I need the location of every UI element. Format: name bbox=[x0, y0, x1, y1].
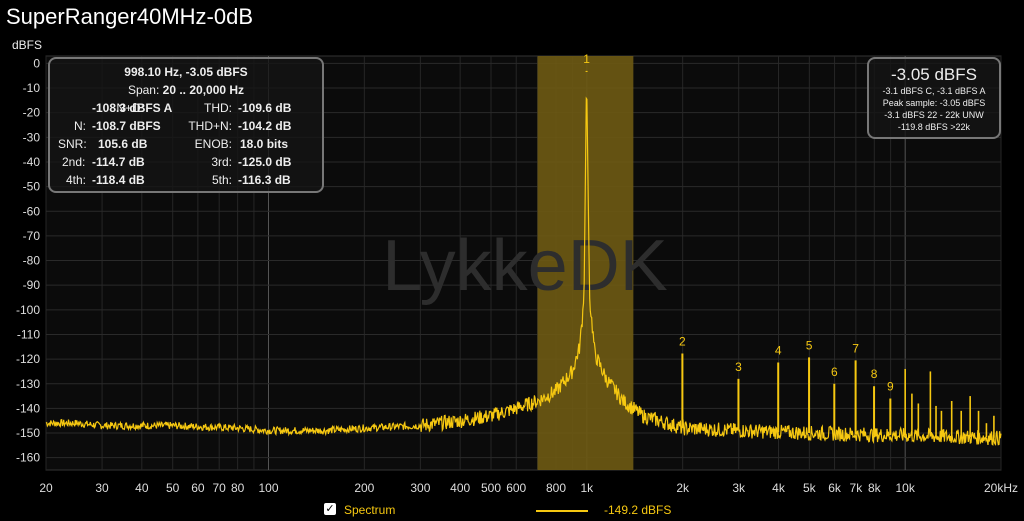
harmonic-label: 4 bbox=[775, 344, 782, 358]
x-tick-label: 300 bbox=[410, 481, 430, 495]
level-line-4: -119.8 dBFS >22k bbox=[897, 122, 971, 132]
enob-label: ENOB: bbox=[194, 137, 232, 151]
h5-label: 5th: bbox=[211, 173, 232, 187]
spectrum-legend-label[interactable]: Spectrum bbox=[344, 503, 395, 517]
watermark: LykkeDK bbox=[382, 226, 667, 306]
harmonic-label: 2 bbox=[679, 334, 686, 348]
harmonic-label: 7 bbox=[852, 341, 859, 355]
y-tick-label: -20 bbox=[23, 106, 41, 120]
h3-label: 3rd: bbox=[211, 155, 232, 169]
thdn-label: THD+N: bbox=[188, 119, 232, 133]
y-tick-label: -90 bbox=[23, 278, 41, 292]
y-tick-label: -120 bbox=[16, 352, 40, 366]
harmonic-label: 3 bbox=[735, 360, 742, 374]
y-tick-label: 0 bbox=[33, 56, 40, 70]
y-tick-label: -150 bbox=[16, 426, 40, 440]
span-readout: Span: 20 .. 20,000 Hz bbox=[50, 83, 322, 97]
x-tick-label: 4k bbox=[772, 481, 786, 495]
y-tick-label: -130 bbox=[16, 377, 40, 391]
span-value: 20 .. 20,000 Hz bbox=[162, 83, 245, 97]
y-tick-label: -50 bbox=[23, 180, 41, 194]
thd-label: THD: bbox=[204, 101, 232, 115]
x-tick-label: 200 bbox=[354, 481, 374, 495]
x-tick-label: 7k bbox=[850, 481, 864, 495]
level-readout: -3.05 dBFS bbox=[891, 65, 977, 84]
harmonic-label: 9 bbox=[887, 380, 894, 394]
n-label: N: bbox=[74, 119, 86, 133]
legend-line-value: -149.2 dBFS bbox=[604, 503, 672, 517]
x-tick-label: 500 bbox=[481, 481, 501, 495]
x-tick-label: 3k bbox=[732, 481, 746, 495]
x-tick-label: 5k bbox=[803, 481, 817, 495]
span-label: Span: bbox=[127, 83, 160, 97]
x-tick-label: 800 bbox=[546, 481, 566, 495]
h4-label: 4th: bbox=[66, 173, 87, 187]
x-tick-label: 400 bbox=[450, 481, 470, 495]
y-tick-label: -70 bbox=[23, 229, 41, 243]
x-tick-label: 10k bbox=[895, 481, 915, 495]
snr-label: SNR: bbox=[58, 137, 87, 151]
snr-value: 105.6 dB bbox=[98, 137, 148, 151]
y-tick-label: -30 bbox=[23, 130, 41, 144]
spectrum-checkbox[interactable]: ✓ bbox=[324, 503, 336, 515]
level-line-2: Peak sample: -3.05 dBFS bbox=[882, 98, 986, 108]
nd-value: -108.3 dBFS A bbox=[92, 101, 173, 115]
x-tick-label: 40 bbox=[135, 481, 149, 495]
y-tick-label: -140 bbox=[16, 401, 40, 415]
measurement-panel: 998.10 Hz, -3.05 dBFS Span: 20 .. 20,000… bbox=[48, 57, 324, 193]
h2-label: 2nd: bbox=[62, 155, 86, 169]
h3-value: -125.0 dB bbox=[238, 155, 292, 169]
x-tick-label: 1k bbox=[580, 481, 594, 495]
y-tick-label: -160 bbox=[16, 451, 40, 465]
harmonic-label: 8 bbox=[871, 367, 878, 381]
x-ticks: 20 30 40 50 60 70 80 100 200 300 400 500 600 800 1k 2k 3… bbox=[39, 481, 1018, 495]
y-ticks: 0 -10 -20 -30 -40 -50 -60 -70 -80 -90 -100 -110 -120… bbox=[16, 56, 40, 464]
h2-value: -114.7 dB bbox=[92, 155, 145, 169]
x-tick-label: 2k bbox=[676, 481, 690, 495]
n-value: -108.7 dBFS bbox=[92, 119, 161, 133]
y-tick-label: -80 bbox=[23, 254, 41, 268]
x-tick-label: 60 bbox=[191, 481, 205, 495]
x-tick-label: 80 bbox=[231, 481, 245, 495]
y-tick-label: -60 bbox=[23, 204, 41, 218]
harmonic-label: 6 bbox=[831, 365, 838, 379]
x-tick-label: 600 bbox=[506, 481, 526, 495]
level-line-3: -3.1 dBFS 22 - 22k UNW bbox=[884, 110, 984, 120]
enob-value: 18.0 bits bbox=[240, 137, 289, 151]
fundamental-readout: 998.10 Hz, -3.05 dBFS bbox=[124, 65, 248, 79]
y-tick-label: -100 bbox=[16, 303, 40, 317]
harmonic-label: 1 bbox=[583, 52, 590, 66]
level-line-1: -3.1 dBFS C, -3.1 dBFS A bbox=[882, 86, 986, 96]
h4-value: -118.4 dB bbox=[92, 173, 145, 187]
x-tick-label: 50 bbox=[166, 481, 180, 495]
x-tick-label: 20kHz bbox=[984, 481, 1018, 495]
x-tick-label: 100 bbox=[258, 481, 278, 495]
x-tick-label: 8k bbox=[868, 481, 882, 495]
h5-value: -116.3 dB bbox=[238, 173, 291, 187]
x-tick-label: 30 bbox=[95, 481, 109, 495]
thdn-value: -104.2 dB bbox=[238, 119, 292, 133]
y-tick-label: -10 bbox=[23, 81, 41, 95]
x-tick-label: 6k bbox=[828, 481, 842, 495]
x-tick-label: 20 bbox=[39, 481, 53, 495]
x-tick-label: 70 bbox=[213, 481, 227, 495]
legend-line-swatch bbox=[536, 510, 588, 512]
harmonic-label: 5 bbox=[806, 338, 813, 352]
y-tick-label: -110 bbox=[17, 327, 40, 341]
thd-value: -109.6 dB bbox=[238, 101, 292, 115]
y-tick-label: -40 bbox=[23, 155, 41, 169]
level-panel: -3.05 dBFS -3.1 dBFS C, -3.1 dBFS A Peak… bbox=[867, 57, 1001, 139]
